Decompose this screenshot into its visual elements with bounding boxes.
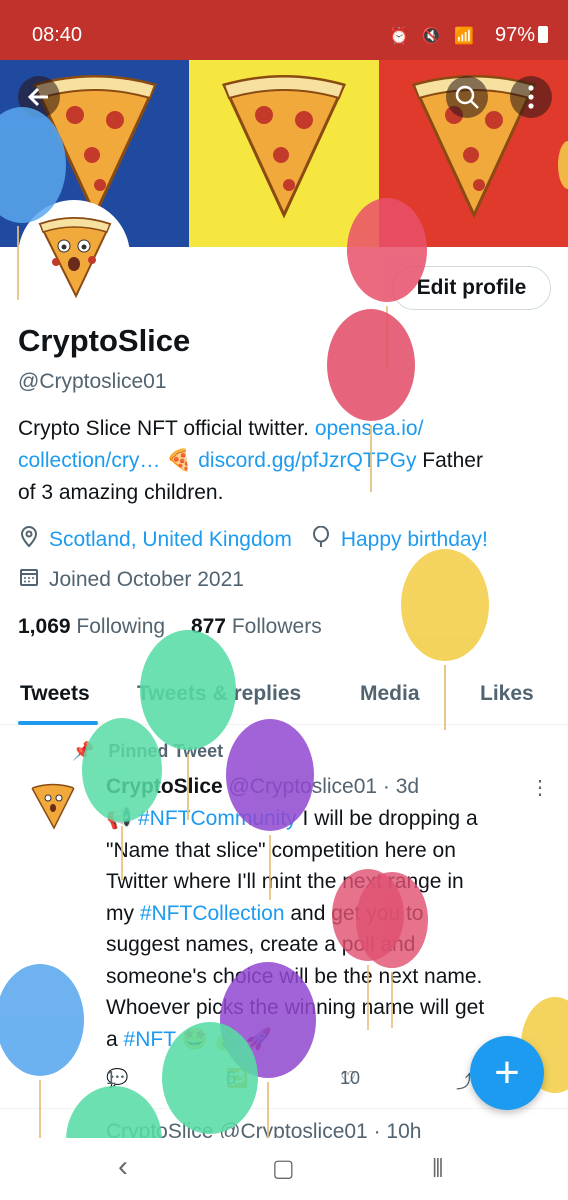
tab-tweets[interactable]: Tweets: [20, 682, 90, 706]
bio-text: of 3 amazing children.: [18, 481, 224, 504]
tab-likes[interactable]: Likes: [480, 682, 534, 706]
profile-avatar[interactable]: [18, 200, 130, 312]
tweet-line: Twitter where I'll mint the next range i…: [106, 870, 464, 893]
bio-link-opensea[interactable]: opensea.io/: [315, 417, 424, 440]
profile-joined: Joined October 2021: [49, 568, 244, 591]
tweet-line: my #NFTCollection and get you to: [106, 901, 424, 925]
status-time: 08:40: [32, 24, 83, 46]
arrow-left-icon: [27, 87, 48, 107]
profile-meta-row: Scotland, United Kingdom Happy birthday!: [18, 525, 488, 554]
nav-back-icon[interactable]: ‹: [118, 1150, 128, 1184]
battery-icon: [538, 26, 548, 43]
nav-home-icon[interactable]: ▢: [272, 1154, 295, 1183]
nav-recents-icon[interactable]: |||: [432, 1156, 444, 1179]
tweet-author[interactable]: CryptoSlice: [106, 775, 223, 798]
hashtag-link[interactable]: #NFT: [124, 1028, 176, 1051]
profile-name: CryptoSlice: [18, 323, 191, 358]
profile-birthday[interactable]: Happy birthday!: [341, 528, 488, 552]
battery-indicator: 97%: [495, 24, 548, 47]
pizza-slice-icon: [30, 783, 76, 830]
profile-joined-row: Joined October 2021: [18, 567, 244, 593]
tweet-line: suggest names, create a poll and: [106, 933, 416, 956]
tweet-line: someone's choice will be the next name.: [106, 964, 483, 988]
bio-text: Crypto Slice NFT official twitter.: [18, 417, 315, 440]
active-tab-indicator: [18, 721, 98, 725]
follow-counts: 1,069 Following 877 Followers: [18, 615, 322, 639]
tab-tweets-replies[interactable]: Tweets & replies: [137, 682, 301, 706]
tweet-header: CryptoSlice @Cryptoslice01 · 3d: [106, 775, 419, 799]
edit-profile-button[interactable]: Edit profile: [392, 266, 551, 310]
android-nav-bar: ‹ ▢ |||: [0, 1138, 568, 1200]
tweet-line: Whoever picks the winning name will get: [106, 996, 485, 1019]
status-bar: 08:40 ⏰ 🔇 📶 97%: [0, 0, 568, 60]
tab-media[interactable]: Media: [360, 682, 420, 706]
status-icons: ⏰ 🔇 📶: [389, 28, 478, 45]
pinned-label: 📌 Pinned Tweet: [72, 741, 224, 761]
more-options-button[interactable]: [510, 76, 552, 118]
following-link[interactable]: 1,069 Following: [18, 615, 165, 638]
profile-tabs: Tweets Tweets & replies Media Likes: [0, 668, 568, 725]
tweet-handle-time: @Cryptoslice01 · 3d: [222, 775, 420, 798]
pizza-slice-icon: [222, 75, 347, 219]
more-vertical-icon: [528, 85, 534, 109]
tweet-line: "Name that slice" competition here on: [106, 838, 456, 862]
search-icon: [455, 85, 479, 109]
tweet-avatar[interactable]: [26, 778, 80, 832]
profile-bio: Crypto Slice NFT official twitter. opens…: [18, 413, 553, 509]
bio-text: Father: [416, 449, 483, 472]
tweet-divider: [0, 1108, 568, 1109]
location-pin-icon: [18, 526, 40, 554]
bio-link-opensea-cont[interactable]: collection/cry…: [18, 449, 160, 472]
back-button[interactable]: [18, 76, 60, 118]
profile-handle: @Cryptoslice01: [18, 370, 167, 393]
balloon-icon: [310, 525, 332, 554]
profile-location: Scotland, United Kingdom: [49, 528, 292, 551]
hashtag-link[interactable]: #NFTCollection: [140, 902, 285, 925]
compose-tweet-button[interactable]: +: [470, 1036, 544, 1110]
search-button[interactable]: [446, 76, 488, 118]
followers-link[interactable]: 877 Followers: [191, 615, 322, 638]
bio-link-discord[interactable]: discord.gg/pfJzrQTPGy: [198, 449, 416, 472]
pin-icon: 📌: [72, 741, 95, 761]
balloon-icon: [0, 964, 84, 1150]
banner-panel-yellow: [189, 60, 379, 247]
pizza-emoji: 🍕: [160, 449, 199, 472]
tweet-line: 📢 #NFTCommunity I will be dropping a: [106, 807, 478, 830]
tweet-text: 📢 #NFTCommunity I will be dropping a "Na…: [106, 803, 546, 1055]
tweet-more-icon[interactable]: ⋮: [530, 775, 550, 800]
hashtag-link[interactable]: #NFTCommunity: [138, 807, 297, 830]
calendar-icon: [18, 567, 40, 593]
pizza-slice-icon: [38, 217, 112, 299]
